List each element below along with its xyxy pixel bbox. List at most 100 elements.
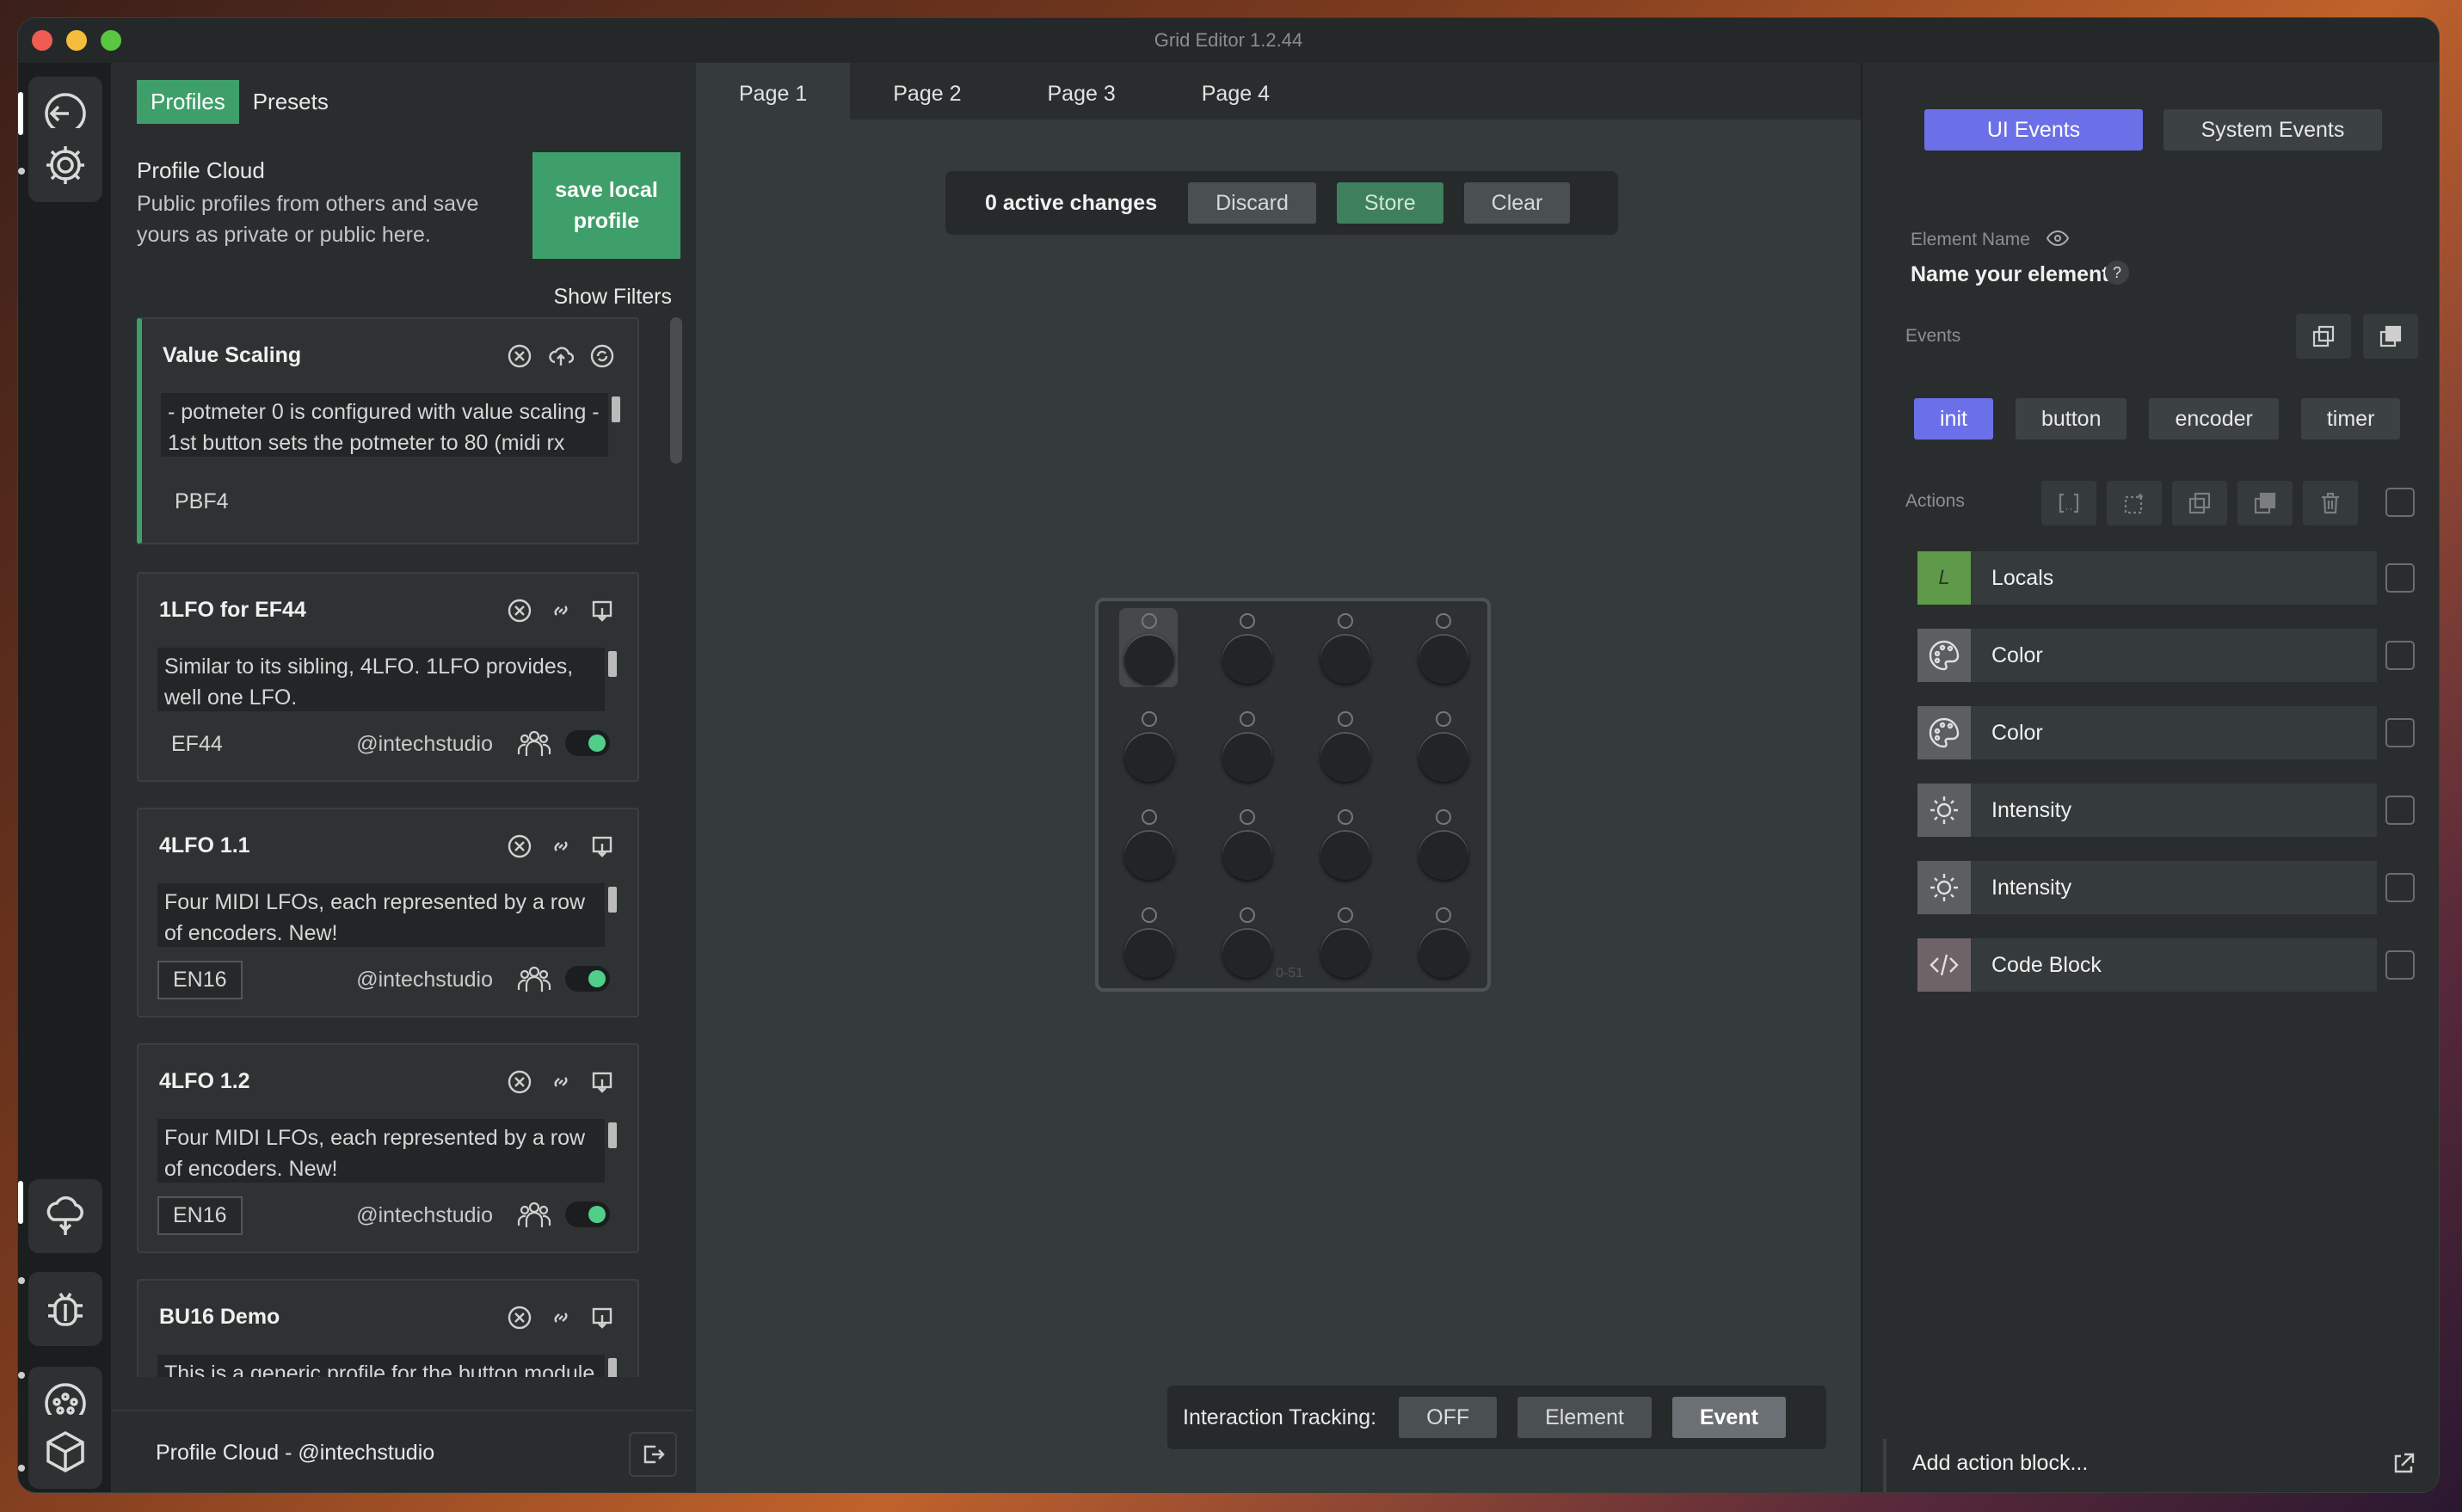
device-encoder-element[interactable]: [1219, 808, 1276, 885]
action-checkbox[interactable]: [2385, 873, 2415, 902]
copy-actions-button[interactable]: [2172, 481, 2227, 526]
action-block-intensity[interactable]: Intensity: [1917, 784, 2377, 837]
profile-card-description[interactable]: Four MIDI LFOs, each represented by a ro…: [157, 883, 605, 947]
device-encoder-element[interactable]: [1415, 808, 1472, 885]
remove-profile-button[interactable]: [505, 341, 534, 371]
action-checkbox[interactable]: [2385, 796, 2415, 825]
event-tab-init[interactable]: init: [1914, 398, 1993, 439]
event-tab-button[interactable]: button: [2015, 398, 2127, 439]
copy-events-button[interactable]: [2296, 314, 2351, 359]
device-encoder-element[interactable]: [1119, 608, 1178, 689]
description-scrollbar[interactable]: [612, 396, 620, 422]
public-toggle[interactable]: [565, 966, 610, 992]
clear-button[interactable]: Clear: [1463, 182, 1571, 224]
add-action-block[interactable]: Add action block...: [1883, 1439, 2430, 1492]
maximize-window-button[interactable]: [101, 30, 121, 51]
minimize-window-button[interactable]: [66, 30, 87, 51]
tab-system-events[interactable]: System Events: [2163, 109, 2382, 151]
package-nav-button[interactable]: [28, 1415, 102, 1489]
tracking-off-button[interactable]: OFF: [1399, 1397, 1498, 1438]
action-block-color[interactable]: Color: [1917, 629, 2377, 682]
event-tab-timer[interactable]: timer: [2300, 398, 2401, 439]
tab-page-3[interactable]: Page 3: [1005, 63, 1159, 120]
settings-nav-button[interactable]: [28, 128, 102, 202]
encoder-knob[interactable]: [1124, 830, 1174, 880]
description-scrollbar[interactable]: [608, 887, 617, 913]
encoder-knob[interactable]: [1222, 732, 1272, 782]
action-checkbox[interactable]: [2385, 950, 2415, 980]
profile-card[interactable]: 4LFO 1.2 Four MIDI LFOs, each represente…: [137, 1043, 639, 1253]
remove-profile-button[interactable]: [505, 1067, 534, 1097]
device-encoder-element[interactable]: [1415, 710, 1472, 787]
store-button[interactable]: Store: [1336, 182, 1443, 224]
remove-profile-button[interactable]: [505, 596, 534, 625]
profile-card-description[interactable]: Similar to its sibling, 4LFO. 1LFO provi…: [157, 648, 605, 711]
device-encoder-element[interactable]: [1219, 612, 1276, 689]
remove-profile-button[interactable]: [505, 832, 534, 861]
load-profile-button[interactable]: [588, 832, 617, 861]
device-encoder-element[interactable]: [1415, 612, 1472, 689]
profile-card-description[interactable]: This is a generic profile for the button…: [157, 1355, 605, 1377]
profile-card[interactable]: 1LFO for EF44 Similar to its sibling, 4L…: [137, 572, 639, 782]
profile-card-description[interactable]: - potmeter 0 is configured with value sc…: [161, 393, 608, 457]
public-toggle[interactable]: [565, 730, 610, 756]
encoder-knob[interactable]: [1419, 830, 1468, 880]
select-all-checkbox[interactable]: [2385, 488, 2415, 517]
select-actions-button[interactable]: [2107, 481, 2162, 526]
close-window-button[interactable]: [32, 30, 52, 51]
copy-link-button[interactable]: [546, 1303, 575, 1332]
device-encoder-element[interactable]: [1121, 710, 1178, 787]
encoder-knob[interactable]: [1419, 634, 1468, 684]
tab-profiles[interactable]: Profiles: [137, 80, 239, 124]
encoder-knob[interactable]: [1124, 732, 1174, 782]
tab-page-2[interactable]: Page 2: [850, 63, 1004, 120]
upload-profile-button[interactable]: [546, 341, 575, 371]
encoder-knob[interactable]: [1419, 732, 1468, 782]
paste-events-button[interactable]: [2363, 314, 2418, 359]
encoder-knob[interactable]: [1419, 928, 1468, 978]
remove-profile-button[interactable]: [505, 1303, 534, 1332]
encoder-knob[interactable]: [1320, 928, 1370, 978]
tracking-event-button[interactable]: Event: [1671, 1397, 1786, 1438]
save-local-profile-button[interactable]: save local profile: [532, 152, 680, 259]
encoder-knob[interactable]: [1222, 928, 1272, 978]
encoder-knob[interactable]: [1320, 732, 1370, 782]
load-profile-button[interactable]: [588, 1303, 617, 1332]
scrollbar-thumb[interactable]: [670, 317, 682, 464]
device-encoder-element[interactable]: [1415, 906, 1472, 983]
cloud-profiles-nav-button[interactable]: [28, 1179, 102, 1253]
action-block-locals[interactable]: L Locals: [1917, 551, 2377, 605]
external-link-icon[interactable]: [2391, 1451, 2416, 1477]
tab-page-1[interactable]: Page 1: [696, 63, 851, 120]
device-encoder-element[interactable]: [1219, 906, 1276, 983]
copy-link-button[interactable]: [546, 832, 575, 861]
logout-button[interactable]: [629, 1432, 677, 1477]
encoder-knob[interactable]: [1320, 830, 1370, 880]
profile-card[interactable]: 4LFO 1.1 Four MIDI LFOs, each represente…: [137, 808, 639, 1017]
copy-link-button[interactable]: [546, 1067, 575, 1097]
tracking-element-button[interactable]: Element: [1517, 1397, 1652, 1438]
profile-list-scrollbar[interactable]: [670, 317, 682, 1435]
device-encoder-element[interactable]: [1317, 612, 1374, 689]
help-icon[interactable]: ?: [2105, 261, 2129, 285]
eye-icon[interactable]: [2046, 230, 2070, 247]
merge-code-button[interactable]: [2041, 481, 2096, 526]
debug-nav-button[interactable]: [28, 1272, 102, 1346]
device-encoder-element[interactable]: [1317, 808, 1374, 885]
profile-card[interactable]: BU16 Demo This is a generic profile for …: [137, 1279, 639, 1377]
device-encoder-element[interactable]: [1121, 808, 1178, 885]
delete-actions-button[interactable]: [2303, 481, 2358, 526]
discard-button[interactable]: Discard: [1188, 182, 1316, 224]
encoder-knob[interactable]: [1124, 634, 1174, 684]
event-tab-encoder[interactable]: encoder: [2149, 398, 2279, 439]
encoder-knob[interactable]: [1222, 830, 1272, 880]
paste-actions-button[interactable]: [2237, 481, 2293, 526]
action-checkbox[interactable]: [2385, 718, 2415, 747]
copy-link-button[interactable]: [546, 596, 575, 625]
action-block-color[interactable]: Color: [1917, 706, 2377, 759]
device-encoder-element[interactable]: [1121, 906, 1178, 983]
encoder-knob[interactable]: [1222, 634, 1272, 684]
load-profile-button[interactable]: [588, 1067, 617, 1097]
public-toggle[interactable]: [565, 1202, 610, 1227]
action-checkbox[interactable]: [2385, 641, 2415, 670]
